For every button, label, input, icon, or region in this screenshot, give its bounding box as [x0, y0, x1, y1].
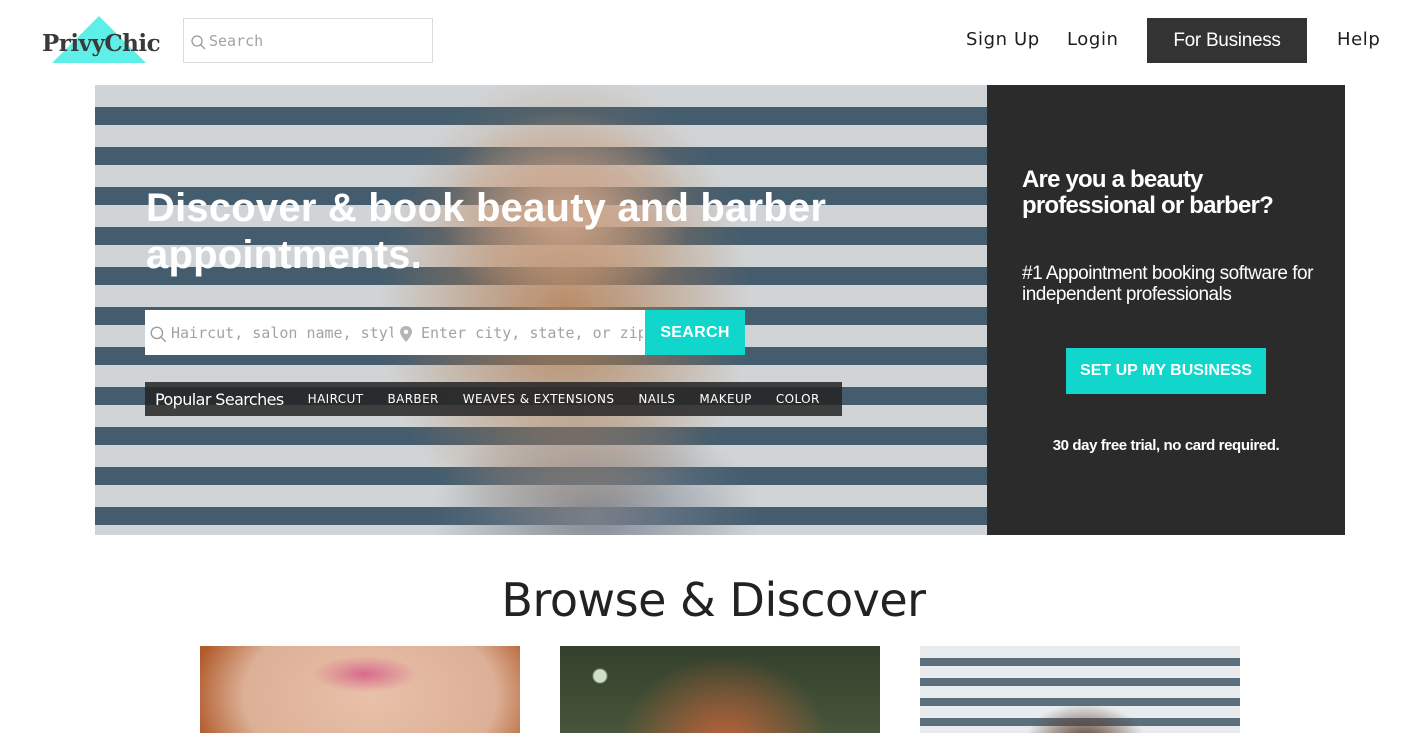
- browse-card-image[interactable]: [200, 646, 520, 733]
- setup-business-button[interactable]: SET UP MY BUSINESS: [1066, 348, 1266, 394]
- popular-tag-makeup[interactable]: MAKEUP: [699, 392, 751, 406]
- search-icon: [149, 325, 167, 348]
- popular-tag-haircut[interactable]: HAIRCUT: [308, 392, 364, 406]
- nav-login-link[interactable]: Login: [1067, 29, 1119, 50]
- business-panel: Are you a beauty professional or barber?…: [987, 85, 1345, 535]
- location-pin-icon: [399, 325, 413, 348]
- nav-signup-link[interactable]: Sign Up: [966, 29, 1040, 50]
- browse-card-image[interactable]: [920, 646, 1240, 733]
- popular-searches-bar: Popular Searches HAIRCUT BARBER WEAVES &…: [145, 382, 842, 416]
- logo[interactable]: PrivyChic: [42, 16, 167, 66]
- logo-text: PrivyChic: [42, 30, 161, 57]
- popular-searches-label: Popular Searches: [155, 389, 284, 409]
- service-search-field[interactable]: [145, 310, 395, 355]
- business-subtitle: #1 Appointment booking software for inde…: [1022, 263, 1313, 305]
- for-business-button[interactable]: For Business: [1147, 18, 1307, 63]
- business-question: Are you a beauty professional or barber?: [1022, 166, 1274, 219]
- hero-search-button[interactable]: SEARCH: [645, 310, 745, 355]
- service-search-input[interactable]: [171, 310, 393, 355]
- free-trial-note: 30 day free trial, no card required.: [1052, 437, 1280, 454]
- location-search-field[interactable]: [395, 310, 645, 355]
- hero-title: Discover & book beauty and barber appoin…: [146, 186, 827, 277]
- browse-title: Browse & Discover: [501, 573, 926, 627]
- nav-help-link[interactable]: Help: [1337, 29, 1380, 50]
- popular-tag-color[interactable]: COLOR: [776, 392, 820, 406]
- browse-card-image[interactable]: [560, 646, 880, 733]
- search-icon: [190, 34, 206, 55]
- hero-search-bar: SEARCH: [145, 310, 745, 355]
- header-search-input[interactable]: [209, 19, 424, 62]
- location-search-input[interactable]: [421, 310, 643, 355]
- popular-tag-weaves-extensions[interactable]: WEAVES & EXTENSIONS: [463, 392, 615, 406]
- header-search[interactable]: [183, 18, 433, 63]
- popular-tag-nails[interactable]: NAILS: [638, 392, 675, 406]
- hero-banner: Discover & book beauty and barber appoin…: [95, 85, 987, 535]
- popular-tag-barber[interactable]: BARBER: [387, 392, 438, 406]
